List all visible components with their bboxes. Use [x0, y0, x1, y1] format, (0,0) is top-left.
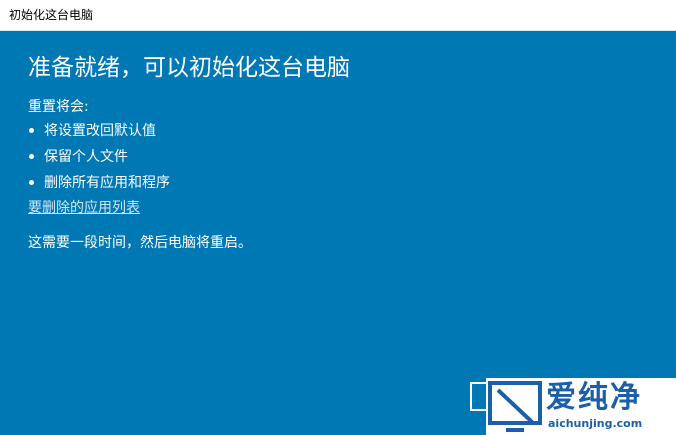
- restart-note: 这需要一段时间，然后电脑将重启。: [28, 235, 252, 251]
- reset-pc-window: 初始化这台电脑 准备就绪，可以初始化这台电脑 重置将会: 将设置改回默认值 保留…: [0, 0, 676, 435]
- bullet-icon: [29, 128, 34, 133]
- app-list-link[interactable]: 要删除的应用列表: [28, 199, 140, 217]
- page-title: 准备就绪，可以初始化这台电脑: [28, 55, 350, 81]
- reset-content-panel: 准备就绪，可以初始化这台电脑 重置将会: 将设置改回默认值 保留个人文件 删除所…: [0, 31, 676, 435]
- list-item-text: 删除所有应用和程序: [44, 175, 170, 191]
- bullet-icon: [29, 180, 34, 185]
- reset-intro-text: 重置将会:: [28, 99, 89, 115]
- title-bar: 初始化这台电脑: [0, 0, 676, 31]
- monitor-slash-icon: [488, 381, 542, 432]
- list-item-text: 将设置改回默认值: [44, 123, 156, 139]
- bullet-icon: [29, 154, 34, 159]
- watermark: 爱纯净 aichunjing.com: [486, 378, 676, 435]
- watermark-url: aichunjing.com: [548, 417, 643, 430]
- watermark-brand: 爱纯净: [546, 380, 642, 415]
- window-title: 初始化这台电脑: [9, 8, 94, 22]
- list-item-text: 保留个人文件: [44, 149, 128, 165]
